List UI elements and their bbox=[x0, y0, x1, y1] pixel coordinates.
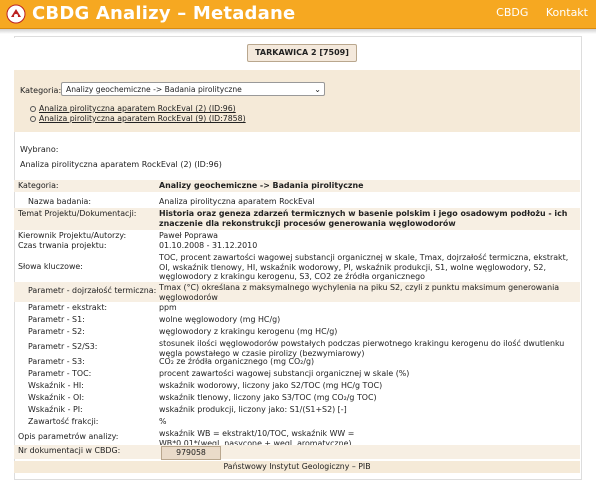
detail-key: Wskaźnik - HI: bbox=[28, 381, 84, 390]
detail-key: Kategoria: bbox=[18, 181, 59, 190]
detail-row-oi: Wskaźnik - OI: wskaźnik tlenowy, liczony… bbox=[14, 392, 580, 404]
detail-value: Historia oraz geneza zdarzeń termicznych… bbox=[159, 209, 568, 228]
detail-key: Słowa kluczowe: bbox=[18, 262, 83, 271]
selection-label: Wybrano: bbox=[20, 145, 59, 154]
bullet-icon bbox=[30, 106, 36, 112]
detail-row-maturity: Parametr - dojrzałość termiczna: Tmax (°… bbox=[14, 282, 580, 302]
detail-row-s2: Parametr - S2: węglowodory z krakingu ke… bbox=[14, 326, 580, 338]
detail-value: Analiza pirolityczna aparatem RockEval bbox=[159, 197, 315, 206]
detail-value: TOC, procent zawartości wagowej substanc… bbox=[159, 253, 569, 281]
detail-key: Parametr - TOC: bbox=[28, 369, 92, 378]
detail-key: Nr dokumentacji w CBDG: bbox=[18, 446, 121, 455]
detail-value: wskaźnik tlenowy, liczony jako S3/TOC (m… bbox=[159, 393, 377, 402]
detail-key: Temat Projektu/Dokumentacji: bbox=[18, 209, 137, 218]
bullet-icon bbox=[30, 116, 36, 122]
detail-key: Wskaźnik - PI: bbox=[28, 405, 83, 414]
nav-cbdg-link[interactable]: CBDG bbox=[496, 6, 528, 19]
list-item: Analiza pirolityczna aparatem RockEval (… bbox=[30, 104, 246, 114]
detail-key: Czas trwania projektu: bbox=[18, 241, 107, 250]
detail-value: 01.10.2008 - 31.12.2010 bbox=[159, 241, 258, 250]
detail-key: Zawartość frakcji: bbox=[28, 417, 99, 426]
detail-row-keywords: Słowa kluczowe: TOC, procent zawartości … bbox=[14, 252, 580, 282]
detail-row-fraction: Zawartość frakcji: % bbox=[14, 416, 580, 428]
detail-row-duration: Czas trwania projektu: 01.10.2008 - 31.1… bbox=[14, 240, 580, 252]
category-select-value: Analizy geochemiczne -> Badania pirolity… bbox=[66, 85, 242, 94]
detail-key: Parametr - S2/S3: bbox=[28, 342, 98, 351]
detail-row-name: Nazwa badania: Analiza pirolityczna apar… bbox=[14, 196, 580, 208]
detail-key: Opis parametrów analizy: bbox=[18, 432, 119, 441]
detail-key: Parametr - S1: bbox=[28, 315, 85, 324]
app-title: CBDG Analizy – Metadane bbox=[32, 3, 296, 24]
well-button[interactable]: TARKAWICA 2 [7509] bbox=[247, 44, 357, 62]
detail-row-s1: Parametr - S1: wolne węglowodory (mg HC/… bbox=[14, 314, 580, 326]
topbar-shadow bbox=[0, 29, 596, 34]
detail-value: wskaźnik produkcji, liczony jako: S1/(S1… bbox=[159, 405, 347, 414]
detail-value: węglowodory z krakingu kerogenu (mg HC/g… bbox=[159, 327, 338, 336]
detail-row-pi: Wskaźnik - PI: wskaźnik produkcji, liczo… bbox=[14, 404, 580, 416]
category-label: Kategoria: bbox=[20, 86, 62, 95]
detail-key: Wskaźnik - OI: bbox=[28, 393, 85, 402]
detail-value: ppm bbox=[159, 303, 177, 312]
detail-row-hi: Wskaźnik - HI: wskaźnik wodorowy, liczon… bbox=[14, 380, 580, 392]
nav-contact-link[interactable]: Kontakt bbox=[546, 6, 588, 19]
detail-value: Tmax (°C) określana z maksymalnego wychy… bbox=[159, 283, 560, 302]
detail-value: CO₂ ze źródła organicznego (mg CO₂/g) bbox=[159, 357, 315, 366]
detail-value: procent zawartości wagowej substancji or… bbox=[159, 369, 410, 378]
detail-value: Analizy geochemiczne -> Badania pirolity… bbox=[159, 181, 364, 190]
analysis-link[interactable]: Analiza pirolityczna aparatem RockEval (… bbox=[39, 104, 236, 113]
list-item: Analiza pirolityczna aparatem RockEval (… bbox=[30, 114, 246, 124]
detail-value: wolne węglowodory (mg HC/g) bbox=[159, 315, 281, 324]
detail-key: Nazwa badania: bbox=[28, 197, 92, 206]
detail-row-project: Temat Projektu/Dokumentacji: Historia or… bbox=[14, 208, 580, 230]
detail-key: Parametr - S3: bbox=[28, 357, 85, 366]
detail-row-docnumber: Nr dokumentacji w CBDG: 979058 bbox=[14, 445, 580, 460]
analysis-link[interactable]: Analiza pirolityczna aparatem RockEval (… bbox=[39, 114, 246, 123]
top-bar: CBDG Analizy – Metadane CBDG Kontakt bbox=[0, 0, 596, 29]
footer: Państwowy Instytut Geologiczny – PIB bbox=[14, 461, 580, 473]
analysis-link-list: Analiza pirolityczna aparatem RockEval (… bbox=[30, 104, 246, 124]
detail-row-toc: Parametr - TOC: procent zawartości wagow… bbox=[14, 368, 580, 380]
chevron-down-icon: ⌄ bbox=[314, 85, 321, 94]
selection-value: Analiza pirolityczna aparatem RockEval (… bbox=[20, 160, 222, 169]
detail-key: Parametr - ekstrakt: bbox=[28, 303, 108, 312]
document-number-button[interactable]: 979058 bbox=[161, 446, 221, 460]
logo-icon bbox=[6, 4, 26, 24]
detail-key: Kierownik Projektu/Autorzy: bbox=[18, 231, 127, 240]
top-nav: CBDG Kontakt bbox=[482, 6, 588, 19]
detail-row-category: Kategoria: Analizy geochemiczne -> Badan… bbox=[14, 180, 580, 192]
category-select[interactable]: Analizy geochemiczne -> Badania pirolity… bbox=[61, 82, 325, 96]
detail-row-s2s3: Parametr - S2/S3: stosunek ilości węglow… bbox=[14, 338, 580, 358]
detail-key: Parametr - S2: bbox=[28, 327, 85, 336]
detail-row-s3: Parametr - S3: CO₂ ze źródła organiczneg… bbox=[14, 356, 580, 368]
detail-key: Parametr - dojrzałość termiczna: bbox=[28, 286, 157, 295]
detail-row-extract: Parametr - ekstrakt: ppm bbox=[14, 302, 580, 314]
detail-value: % bbox=[159, 417, 167, 426]
detail-value: wskaźnik wodorowy, liczony jako S2/TOC (… bbox=[159, 381, 383, 390]
